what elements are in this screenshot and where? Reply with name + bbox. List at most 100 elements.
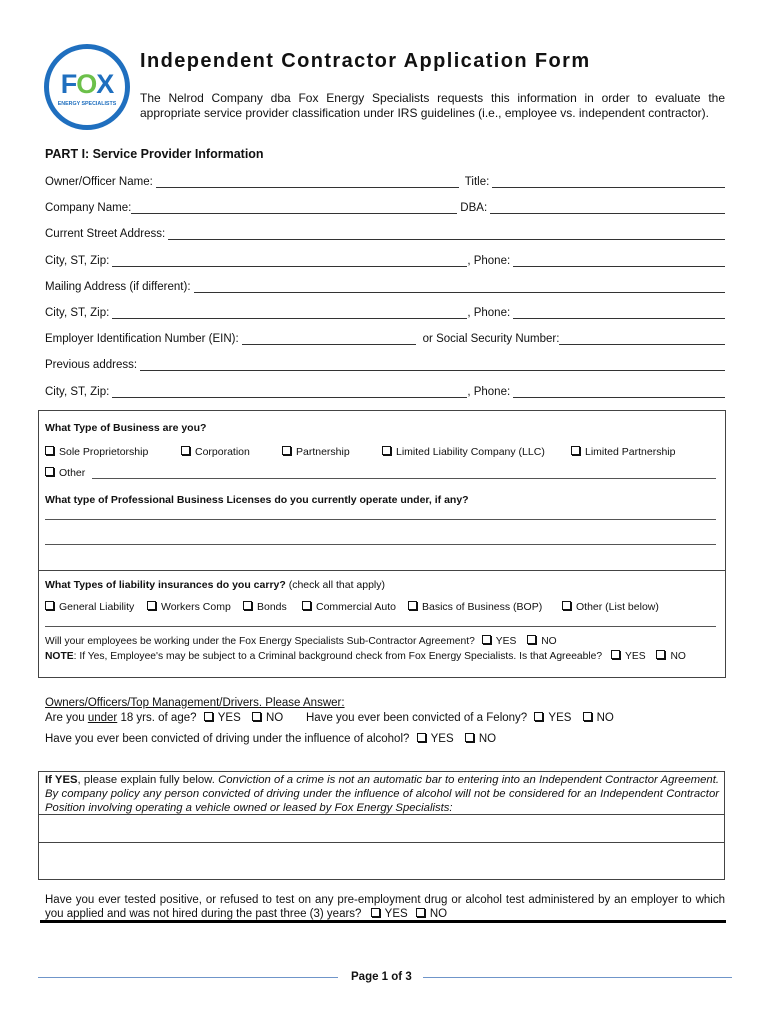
street-field[interactable] [168, 227, 725, 240]
company-name-label: Company Name: [45, 202, 132, 214]
checkbox-icon[interactable] [534, 712, 544, 721]
insurance-bop[interactable]: Basics of Business (BOP) [408, 601, 542, 613]
title-label: Title: [464, 176, 490, 188]
agreeable-yes[interactable]: YES [625, 651, 646, 662]
previous-label: Previous address: [45, 359, 138, 371]
owner-row: Owner/Officer Name: Title: [45, 172, 725, 188]
insurance-commercial-auto[interactable]: Commercial Auto [302, 601, 396, 613]
option-partnership[interactable]: Partnership [282, 446, 350, 458]
form-title: Independent Contractor Application Form [140, 50, 591, 72]
option-corporation[interactable]: Corporation [181, 446, 250, 458]
agreeable-no[interactable]: NO [670, 651, 685, 662]
company-name-field[interactable] [131, 201, 458, 214]
dui-question-row: Have you ever been convicted of driving … [45, 733, 497, 745]
insurance-other-field[interactable] [45, 626, 716, 627]
checkbox-icon[interactable] [370, 908, 380, 917]
drug-test-no[interactable]: NO [430, 908, 447, 920]
checkbox-icon[interactable] [611, 650, 620, 659]
checkbox-icon[interactable] [582, 712, 592, 721]
street-label: Current Street Address: [45, 228, 166, 240]
city-field-2[interactable] [112, 306, 468, 319]
phone-field-3[interactable] [513, 385, 725, 398]
other-business-field[interactable] [92, 478, 716, 479]
insurance-question: What Types of liability insurances do yo… [45, 579, 385, 591]
insurance-other[interactable]: Other (List below) [562, 601, 659, 613]
business-type-question: What Type of Business are you? [45, 422, 207, 434]
checkbox-icon[interactable] [415, 908, 425, 917]
insurance-general-liability[interactable]: General Liability [45, 601, 134, 613]
insurance-workers-comp[interactable]: Workers Comp [147, 601, 231, 613]
previous-field[interactable] [140, 358, 725, 371]
subcontract-question-row: Will your employees be working under the… [45, 635, 557, 647]
checkbox-icon[interactable] [243, 601, 252, 610]
checkbox-icon[interactable] [408, 601, 417, 610]
ein-field[interactable] [241, 332, 416, 345]
ssn-field[interactable] [559, 332, 725, 345]
checkbox-icon[interactable] [481, 635, 491, 644]
checkbox-icon[interactable] [45, 446, 54, 455]
checkbox-icon[interactable] [527, 635, 537, 644]
page-number: Page 1 of 3 [351, 971, 412, 983]
checkbox-icon[interactable] [147, 601, 156, 610]
section-rule [40, 920, 726, 923]
company-row: Company Name: DBA: [45, 198, 725, 214]
city-field-1[interactable] [112, 254, 468, 267]
dba-label: DBA: [460, 202, 488, 214]
ein-label: Employer Identification Number (EIN): [45, 333, 239, 345]
previous-row: Previous address: [45, 355, 725, 371]
owners-heading: Owners/Officers/Top Management/Drivers. … [45, 697, 345, 709]
checkbox-icon[interactable] [656, 650, 666, 659]
checkbox-icon[interactable] [181, 446, 190, 455]
dui-no[interactable]: NO [479, 733, 496, 745]
checkbox-icon[interactable] [203, 712, 213, 721]
checkbox-icon[interactable] [562, 601, 571, 610]
age-no[interactable]: NO [266, 712, 283, 724]
checkbox-icon[interactable] [382, 446, 391, 455]
age-yes[interactable]: YES [218, 712, 241, 724]
checkbox-icon[interactable] [45, 467, 54, 476]
city-label-3: City, ST, Zip: [45, 386, 110, 398]
option-sole-proprietorship[interactable]: Sole Proprietorship [45, 446, 148, 458]
checkbox-icon[interactable] [302, 601, 311, 610]
fox-energy-logo: FOX ENERGY SPECIALISTS [44, 44, 130, 130]
dui-yes[interactable]: YES [431, 733, 454, 745]
checkbox-icon[interactable] [282, 446, 291, 455]
felony-yes[interactable]: YES [548, 712, 571, 724]
phone-field-1[interactable] [513, 254, 725, 267]
phone-field-2[interactable] [513, 306, 725, 319]
subcontract-no[interactable]: NO [541, 636, 556, 647]
option-other[interactable]: Other [45, 467, 85, 479]
explain-instructions: If YES, please explain fully below. Conv… [45, 774, 719, 814]
checkbox-icon[interactable] [251, 712, 261, 721]
option-llc[interactable]: Limited Liability Company (LLC) [382, 446, 545, 458]
felony-no[interactable]: NO [597, 712, 614, 724]
subcontract-yes[interactable]: YES [496, 636, 517, 647]
checkbox-icon[interactable] [416, 733, 426, 742]
felony-question-row: Have you ever been convicted of a Felony… [306, 712, 614, 724]
explain-field-1[interactable] [39, 815, 724, 842]
city-label-2: City, ST, Zip: [45, 307, 110, 319]
phone-label-3: , Phone: [467, 386, 511, 398]
city-row-1: City, ST, Zip: , Phone: [45, 251, 725, 267]
mailing-row: Mailing Address (if different): [45, 277, 725, 293]
phone-label-1: , Phone: [467, 255, 511, 267]
city-field-3[interactable] [112, 385, 468, 398]
logo-wordmark: FOX [60, 69, 115, 99]
explain-field-2[interactable] [39, 843, 724, 879]
option-limited-partnership[interactable]: Limited Partnership [571, 446, 675, 458]
licenses-field-1[interactable] [45, 519, 716, 520]
mailing-field[interactable] [193, 280, 725, 293]
background-check-note-row: NOTE: If Yes, Employee's may be subject … [45, 650, 686, 662]
checkbox-icon[interactable] [45, 601, 54, 610]
checkbox-icon[interactable] [464, 733, 474, 742]
title-field[interactable] [492, 175, 725, 188]
checkbox-icon[interactable] [571, 446, 580, 455]
dba-field[interactable] [490, 201, 725, 214]
phone-label-2: , Phone: [467, 307, 511, 319]
licenses-field-2[interactable] [45, 544, 716, 545]
box-divider [38, 570, 726, 571]
insurance-bonds[interactable]: Bonds [243, 601, 287, 613]
drug-test-yes[interactable]: YES [385, 908, 408, 920]
city-row-3: City, ST, Zip: , Phone: [45, 382, 725, 398]
owner-name-field[interactable] [155, 175, 459, 188]
